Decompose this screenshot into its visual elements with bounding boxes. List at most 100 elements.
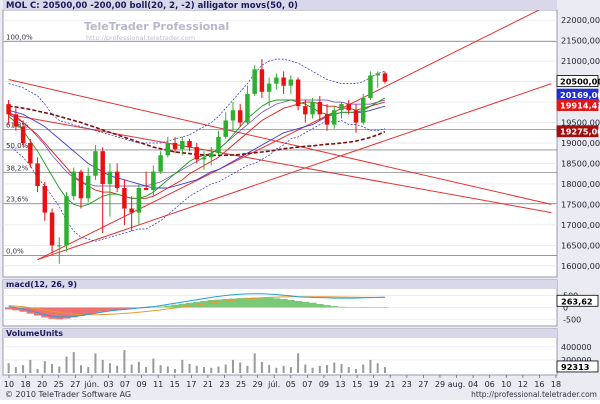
date-tick-label: 21: [203, 380, 213, 389]
price-tag-label: 20169,00: [560, 90, 600, 100]
date-tick-label: 11: [153, 380, 163, 389]
candle-body: [216, 136, 221, 154]
date-tick-label: aug.: [448, 380, 466, 389]
fib-level-label: 23,6%: [6, 196, 29, 204]
volume-bar: [297, 353, 300, 373]
fib-level-label: 0,0%: [6, 248, 24, 256]
volume-bar: [333, 362, 336, 373]
macd-histogram-bar: [366, 307, 375, 308]
volume-bar: [65, 356, 68, 373]
volume-bar: [130, 364, 133, 373]
candle-body: [172, 143, 178, 150]
macd-histogram-bar: [287, 299, 295, 308]
footer-url: http://professional.teletrader.com: [471, 390, 597, 399]
macd-histogram-bar: [330, 306, 339, 308]
macd-histogram-bar: [5, 307, 13, 310]
volume-bar: [7, 363, 10, 373]
date-tick-label: 23: [219, 380, 229, 389]
macd-histogram-bar: [99, 307, 107, 312]
volume-bar: [376, 363, 379, 373]
volume-bar: [152, 358, 155, 373]
candle-body: [252, 69, 257, 94]
volume-bar: [137, 361, 140, 373]
price-tag-label: 20500,00: [560, 77, 600, 87]
volume-bar: [203, 367, 206, 373]
candle-body: [382, 73, 388, 82]
candle-body: [187, 140, 192, 148]
date-tick-label: 21: [385, 380, 395, 389]
volume-bar: [181, 359, 184, 373]
volume-bar: [87, 367, 90, 373]
date-tick-label: 07: [120, 380, 130, 389]
candle-body: [324, 114, 330, 125]
macd-histogram-bar: [265, 297, 274, 308]
candle-body: [136, 188, 142, 213]
volume-value-label: 92313: [561, 362, 590, 372]
volume-bar: [340, 363, 343, 373]
price-tick-label: 16500,00: [561, 240, 600, 250]
volume-bar: [22, 365, 25, 373]
date-tick-label: 29: [253, 380, 263, 389]
date-tick-label: 16: [534, 380, 544, 389]
volume-bar: [383, 366, 386, 373]
candle-body: [375, 73, 380, 76]
macd-histogram-bar: [171, 304, 179, 308]
volume-bar: [347, 367, 350, 373]
volume-bar: [43, 361, 46, 373]
date-tick-label: 25: [54, 380, 64, 389]
volume-bar: [123, 350, 126, 373]
date-tick-label: 09: [319, 380, 329, 389]
macd-histogram-bar: [337, 306, 346, 308]
candle-body: [353, 110, 359, 123]
volume-bar: [188, 363, 191, 373]
price-tick-label: 17500,00: [561, 199, 600, 209]
volume-bar: [145, 367, 148, 373]
date-tick-label: 27: [418, 380, 428, 389]
volume-title-bar: [3, 329, 557, 338]
price-tick-label: 19000,00: [561, 138, 600, 148]
fib-level-label: 38,2%: [6, 164, 29, 172]
candle-body: [71, 171, 76, 197]
date-tick-label: 17: [186, 380, 196, 389]
fib-level-label: 100,0%: [6, 33, 33, 41]
volume-bar: [217, 366, 220, 373]
candle-body: [339, 104, 344, 111]
volume-bar: [231, 359, 234, 373]
volume-bar: [108, 363, 111, 373]
date-tick-label: 15: [170, 380, 180, 389]
date-tick-label: 29: [435, 380, 445, 389]
price-panel: [2, 9, 558, 278]
macd-tick-label: -500: [563, 315, 581, 324]
candle-body: [368, 75, 373, 98]
candle-body: [6, 104, 11, 115]
price-tick-label: 18500,00: [561, 158, 600, 168]
chart-canvas: MOL C: 20500,00 -200,00 boll(20, 2, -2) …: [0, 0, 600, 400]
candle-body: [78, 171, 84, 199]
date-tick-label: júl.: [267, 380, 280, 389]
date-tick-label: 12: [518, 380, 528, 389]
macd-histogram-bar: [280, 299, 288, 308]
candle-body: [360, 97, 366, 123]
volume-tick-label: 400000: [561, 343, 592, 352]
candle-body: [42, 185, 48, 213]
candle-body: [143, 188, 149, 191]
volume-bar: [239, 362, 242, 373]
volume-bar: [94, 353, 97, 373]
price-tick-label: 18000,00: [561, 179, 600, 189]
volume-bar: [311, 367, 314, 373]
watermark-brand: TeleTrader Professional: [84, 20, 229, 33]
candle-body: [346, 104, 351, 111]
macd-histogram-bar: [164, 305, 172, 308]
chart-window: MOL C: 20500,00 -200,00 boll(20, 2, -2) …: [0, 0, 600, 400]
date-tick-label: 18: [551, 380, 561, 389]
volume-bar: [362, 364, 365, 373]
candle-body: [201, 157, 207, 160]
macd-histogram-bar: [91, 307, 100, 313]
volume-bar: [210, 367, 213, 373]
price-tick-label: 21000,00: [561, 56, 600, 66]
volume-bar: [29, 359, 32, 373]
candle-body: [28, 143, 33, 164]
candle-body: [165, 143, 171, 156]
date-tick-label: 04: [468, 380, 478, 389]
candle-body: [100, 151, 105, 184]
